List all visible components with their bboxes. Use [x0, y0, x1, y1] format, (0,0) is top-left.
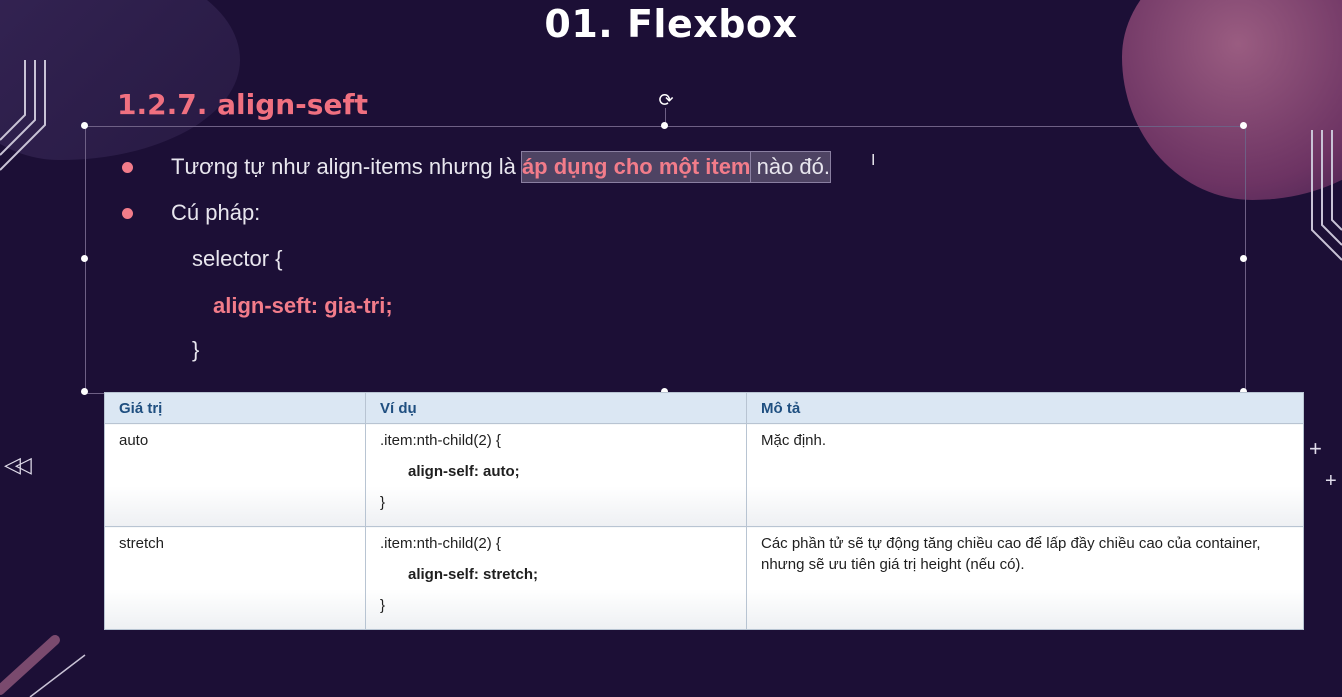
code-property: align-seft: gia-tri; — [213, 293, 393, 318]
highlighted-text: áp dụng cho một item — [520, 151, 752, 183]
column-header-value: Giá trị — [104, 392, 366, 424]
plus-icon: + — [1309, 436, 1322, 461]
cell-value: auto — [104, 423, 366, 527]
resize-handle-top-right[interactable] — [1240, 122, 1247, 129]
table-header-row: Giá trị Ví dụ Mô tả — [104, 392, 1304, 424]
text-cursor-icon: I — [871, 152, 876, 169]
example-body: align-self: stretch; — [408, 566, 539, 583]
example-open: .item:nth-child(2) { — [380, 432, 501, 449]
table-row: auto .item:nth-child(2) { align-self: au… — [104, 423, 1304, 527]
table-row: stretch .item:nth-child(2) { align-self:… — [104, 526, 1304, 630]
cell-description: Các phần tử sẽ tự động tăng chiều cao để… — [746, 526, 1304, 630]
decor-lines-bottom — [0, 635, 86, 697]
example-open: .item:nth-child(2) { — [380, 535, 501, 552]
resize-handle-bottom-left[interactable] — [81, 388, 88, 395]
cell-description: Mặc định. — [746, 423, 1304, 527]
rotate-handle-icon[interactable]: ⟳ — [656, 90, 676, 110]
code-selector-open: selector { — [192, 246, 283, 271]
example-close: } — [380, 494, 386, 511]
column-header-example: Ví dụ — [365, 392, 747, 424]
cell-example: .item:nth-child(2) { align-self: stretch… — [365, 526, 747, 630]
slide-title: 01. Flexbox — [544, 2, 798, 46]
decor-lines-left — [0, 60, 46, 171]
decor-lines-right — [1311, 130, 1342, 261]
code-close-brace: } — [192, 337, 200, 362]
cell-example: .item:nth-child(2) { align-self: auto; } — [365, 423, 747, 527]
resize-handle-left[interactable] — [81, 255, 88, 262]
resize-handle-right[interactable] — [1240, 255, 1247, 262]
rewind-icon[interactable]: ◁◁ — [4, 452, 32, 478]
bullet-text-after: nào đó. — [749, 151, 832, 183]
resize-handle-top-left[interactable] — [81, 122, 88, 129]
plus-icon: + — [1325, 470, 1337, 492]
bullet-dot — [122, 207, 133, 219]
bullet-dot — [122, 161, 133, 173]
bullet-item-2[interactable]: Cú pháp: — [122, 200, 260, 226]
column-header-description: Mô tả — [746, 392, 1304, 424]
example-close: } — [380, 597, 386, 614]
bullet-text: Cú pháp: — [171, 200, 261, 225]
section-subtitle: 1.2.7. align-seft — [117, 88, 369, 121]
cell-value: stretch — [104, 526, 366, 630]
example-body: align-self: auto; — [408, 463, 520, 480]
bullet-text-before: Tương tự như align-items nhưng là — [171, 154, 522, 179]
values-table: Giá trị Ví dụ Mô tả auto .item:nth-child… — [104, 392, 1304, 630]
resize-handle-top[interactable] — [661, 122, 668, 129]
bullet-item-1[interactable]: Tương tự như align-items nhưng là áp dụn… — [122, 151, 832, 183]
